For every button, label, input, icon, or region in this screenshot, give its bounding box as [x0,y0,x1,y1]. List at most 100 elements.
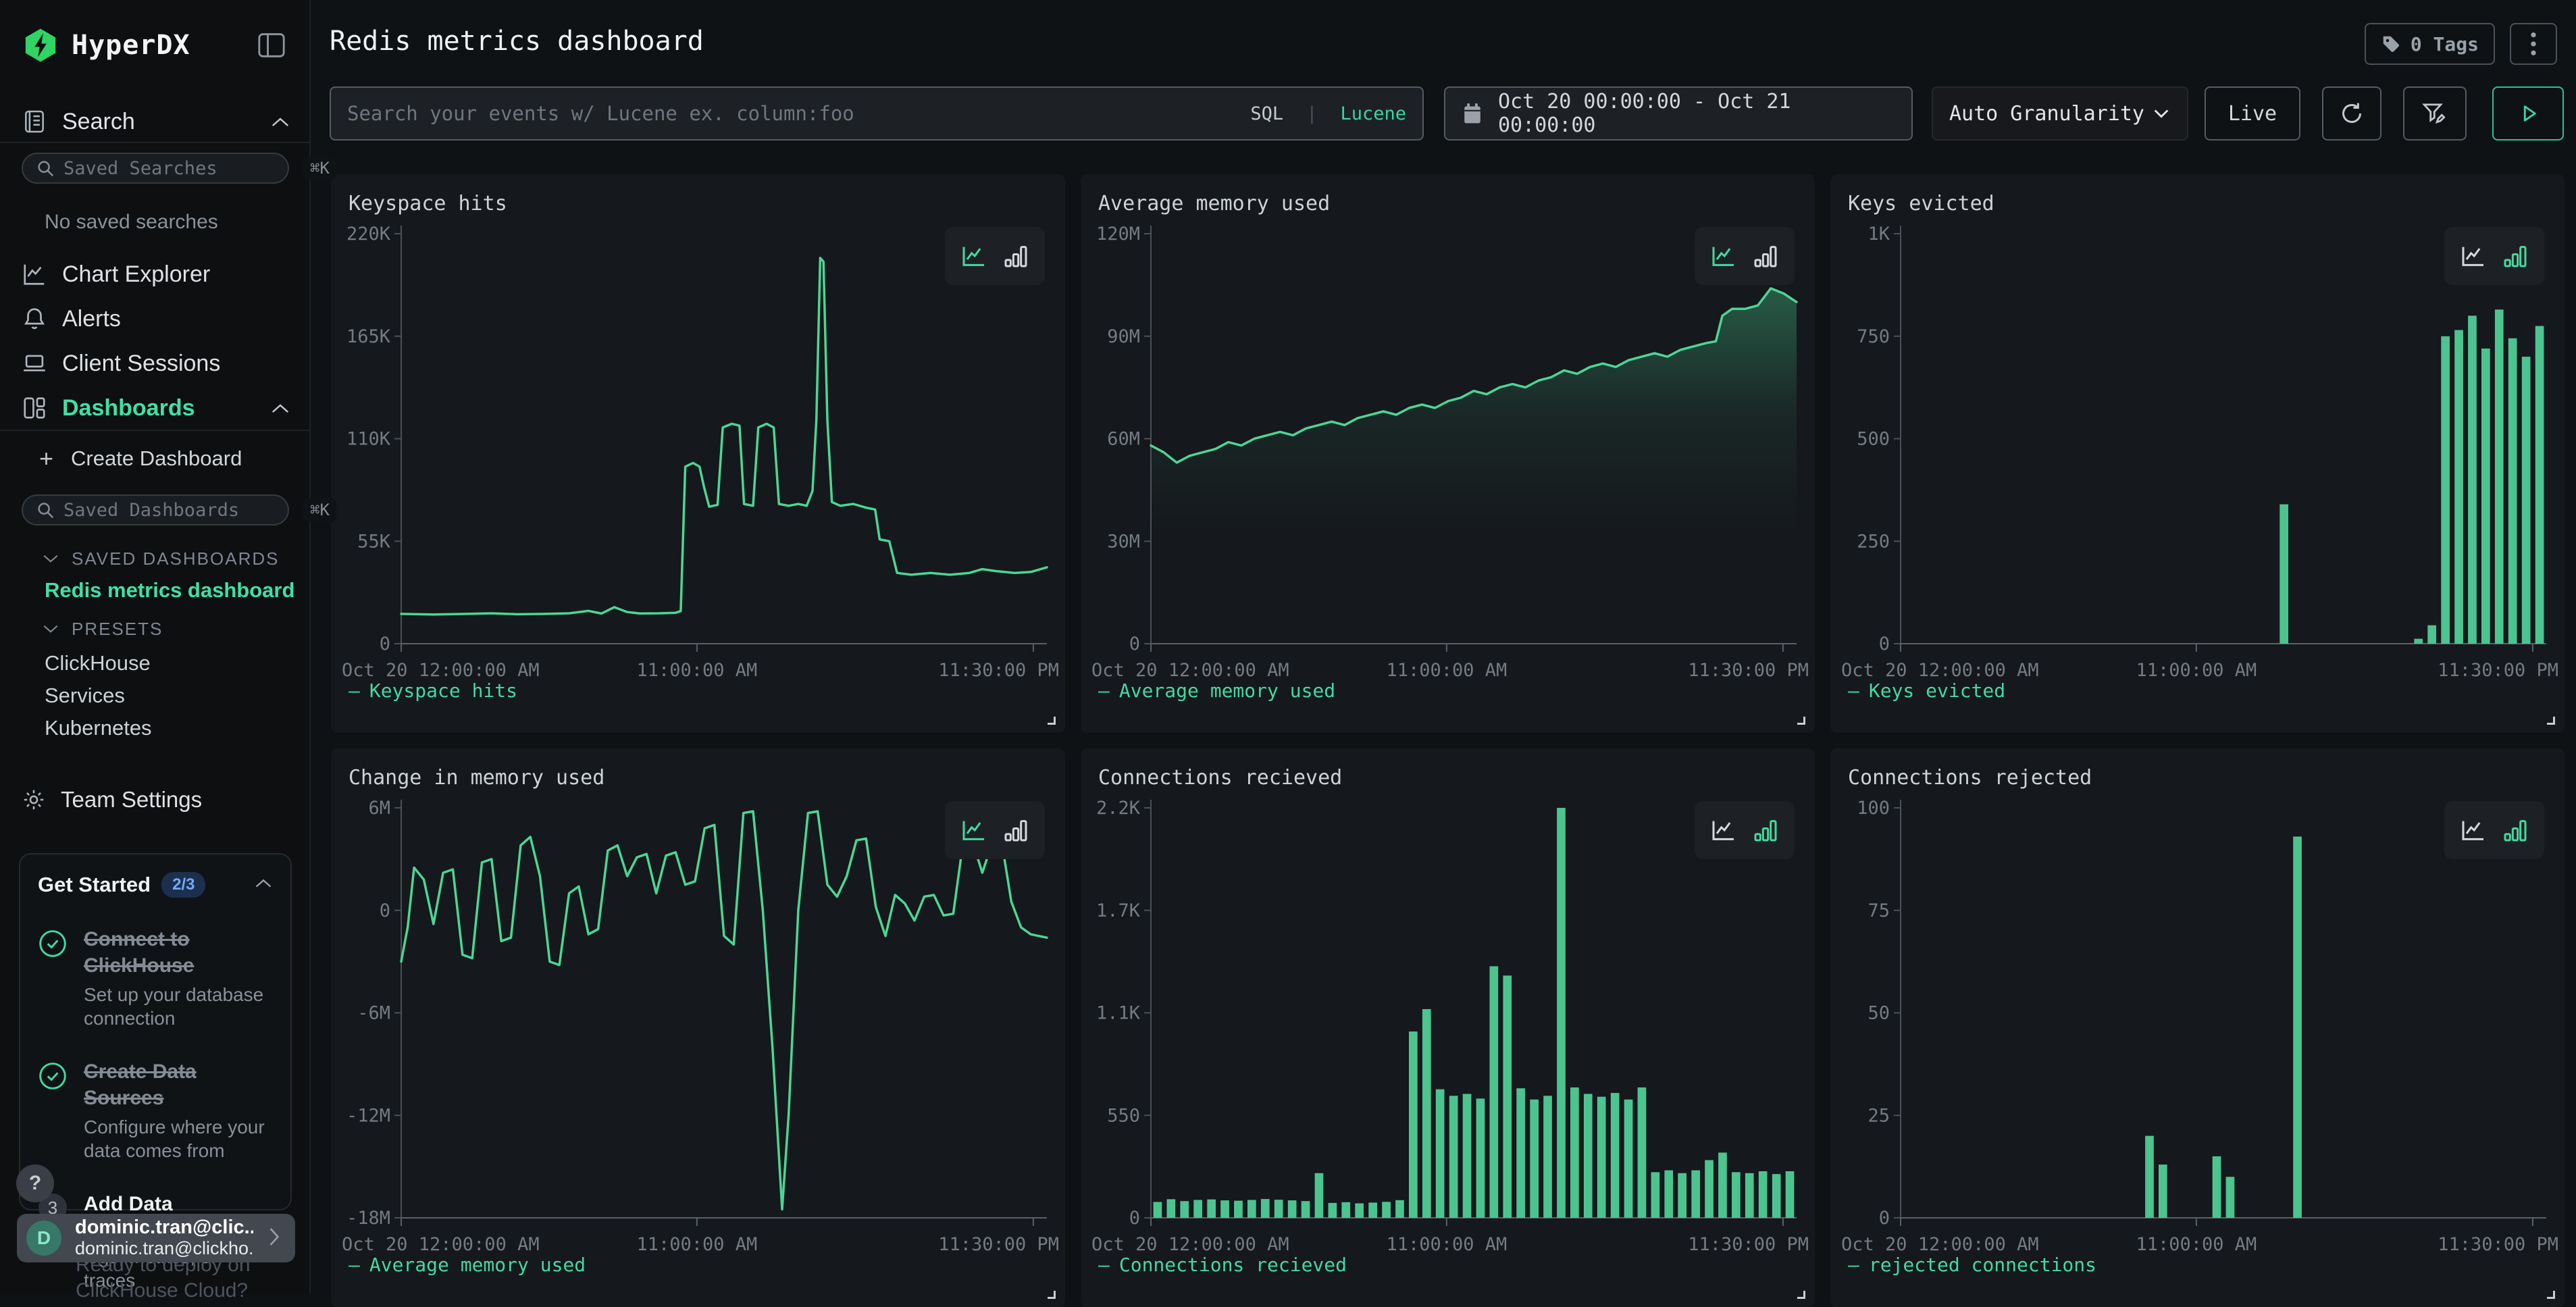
resize-handle[interactable] [1797,717,1805,725]
resize-handle[interactable] [2547,717,2555,725]
bar-chart-icon[interactable] [2502,817,2529,844]
sql-toggle[interactable]: SQL [1250,103,1283,124]
svg-text:500: 500 [1857,429,1890,450]
chart-type-toggle [945,801,1045,859]
bar-chart-icon[interactable] [1752,242,1779,270]
sidebar-item-redis-dashboard[interactable]: Redis metrics dashboard [45,578,294,603]
sidebar-section-dashboards[interactable]: Dashboards [22,389,290,427]
saved-dashboards-header[interactable]: SAVED DASHBOARDS [42,548,279,569]
svg-text:11:00:00 AM: 11:00:00 AM [1386,1234,1507,1255]
saved-dashboards-search[interactable]: ⌘K [22,494,289,526]
svg-text:220K: 220K [346,224,391,245]
sidebar-item-chart-explorer[interactable]: Chart Explorer [22,255,290,293]
sidebar-item-team-settings[interactable]: Team Settings [22,781,290,819]
legend-dash: — [349,1254,360,1276]
bar-chart-icon[interactable] [2502,242,2529,270]
chart-title: Keys evicted [1848,192,1994,215]
filter-edit-button[interactable] [2403,86,2467,140]
bell-icon [22,306,47,332]
create-dashboard-label: Create Dashboard [71,446,242,471]
help-button[interactable]: ? [16,1164,54,1202]
divider [0,430,309,431]
chevron-up-icon[interactable] [270,395,290,421]
dashboard-menu-button[interactable] [2510,23,2557,65]
sidebar-item-label: Alerts [62,306,121,332]
saved-searches-input[interactable] [63,158,295,179]
sidebar-section-search[interactable]: Search [22,103,290,140]
chart-card-average-memory: 030M60M90M120MOct 20 12:00:00 AM11:00:00… [1081,174,1815,733]
saved-searches-search[interactable]: ⌘K [22,153,289,184]
resize-handle[interactable] [1048,717,1056,725]
refresh-button[interactable] [2322,86,2381,140]
get-started-title: Get Started [38,873,151,897]
line-chart-icon[interactable] [960,817,987,844]
svg-text:-18M: -18M [346,1208,390,1229]
lucene-toggle[interactable]: Lucene [1340,103,1406,124]
event-search-bar[interactable]: SQL | Lucene [330,86,1424,140]
sidebar-item-client-sessions[interactable]: Client Sessions [22,344,290,382]
chart-type-toggle [2444,801,2544,859]
bar-chart-icon[interactable] [1002,242,1029,270]
legend-item[interactable]: — Average memory used [1098,680,1335,702]
presets-header[interactable]: PRESETS [42,619,163,640]
team-settings-label: Team Settings [61,787,202,813]
saved-dashboards-input[interactable] [63,500,295,521]
run-query-button[interactable] [2492,86,2564,140]
brand-name: HyperDX [72,30,240,61]
sidebar-item-services-preset[interactable]: Services [45,684,125,708]
resize-handle[interactable] [2547,1291,2555,1299]
chevron-down-icon [42,619,59,640]
chevron-up-icon[interactable] [270,109,290,135]
gear-icon [22,788,46,812]
resize-handle[interactable] [1797,1291,1805,1299]
svg-text:120M: 120M [1096,224,1140,245]
legend-label: Average memory used [1119,680,1335,702]
user-name: dominic.tran@clic... [75,1217,253,1239]
svg-text:6M: 6M [368,798,390,819]
svg-text:Oct 20 12:00:00 AM: Oct 20 12:00:00 AM [1091,1234,1289,1255]
svg-text:0: 0 [1879,1208,1890,1229]
chevron-up-icon[interactable] [254,877,273,893]
sidebar-item-alerts[interactable]: Alerts [22,300,290,338]
svg-text:0: 0 [1129,1208,1140,1229]
line-chart-icon[interactable] [2460,817,2487,844]
granularity-select[interactable]: Auto Granularity [1932,86,2188,140]
bar-chart-icon[interactable] [1002,817,1029,844]
date-range-picker[interactable]: Oct 20 00:00:00 - Oct 21 00:00:00 [1444,86,1913,140]
live-button[interactable]: Live [2205,86,2300,140]
line-chart-icon[interactable] [1710,817,1737,844]
event-search-input[interactable] [347,102,1237,125]
legend-dash: — [1098,680,1110,702]
legend-item[interactable]: —Keyspace hits [349,680,517,702]
sidebar-item-label: Chart Explorer [62,261,210,288]
line-chart-icon[interactable] [1710,242,1737,270]
line-chart-icon[interactable] [960,242,987,270]
chart-title: Keyspace hits [349,192,507,215]
collapse-sidebar-icon[interactable] [253,28,290,63]
legend-item[interactable]: —Connections recieved [1098,1254,1347,1276]
bar-chart-icon[interactable] [1752,817,1779,844]
line-chart-icon[interactable] [2460,242,2487,270]
svg-text:1K: 1K [1867,224,1890,245]
granularity-value: Auto Granularity [1949,102,2144,126]
svg-text:Oct 20 12:00:00 AM: Oct 20 12:00:00 AM [342,1234,540,1255]
chart-line-icon [22,261,47,287]
chart-type-toggle [1695,227,1795,285]
user-account-button[interactable]: D dominic.tran@clic... dominic.tran@clic… [17,1214,295,1262]
shortcut-badge: ⌘K [303,498,336,522]
sidebar-item-kubernetes-preset[interactable]: Kubernetes [45,716,152,740]
resize-handle[interactable] [1048,1291,1056,1299]
legend-item[interactable]: —Keys evicted [1848,680,2005,702]
sidebar-item-clickhouse-preset[interactable]: ClickHouse [45,651,151,675]
get-started-item-connect[interactable]: Connect to ClickHouse Set up your databa… [38,926,273,1030]
svg-text:1.7K: 1.7K [1096,900,1141,921]
kebab-menu-icon [2529,30,2538,57]
legend-item[interactable]: —Average memory used [349,1254,586,1276]
avatar: D [26,1221,61,1256]
create-dashboard-button[interactable]: + Create Dashboard [39,444,242,473]
legend-item[interactable]: —rejected connections [1848,1254,2096,1276]
get-started-item-sources[interactable]: Create Data Sources Configure where your… [38,1058,273,1162]
legend-label: Keys evicted [1869,680,2005,702]
svg-text:11:30:00 PM: 11:30:00 PM [2438,1234,2558,1255]
tags-button[interactable]: 0 Tags [2365,23,2495,65]
